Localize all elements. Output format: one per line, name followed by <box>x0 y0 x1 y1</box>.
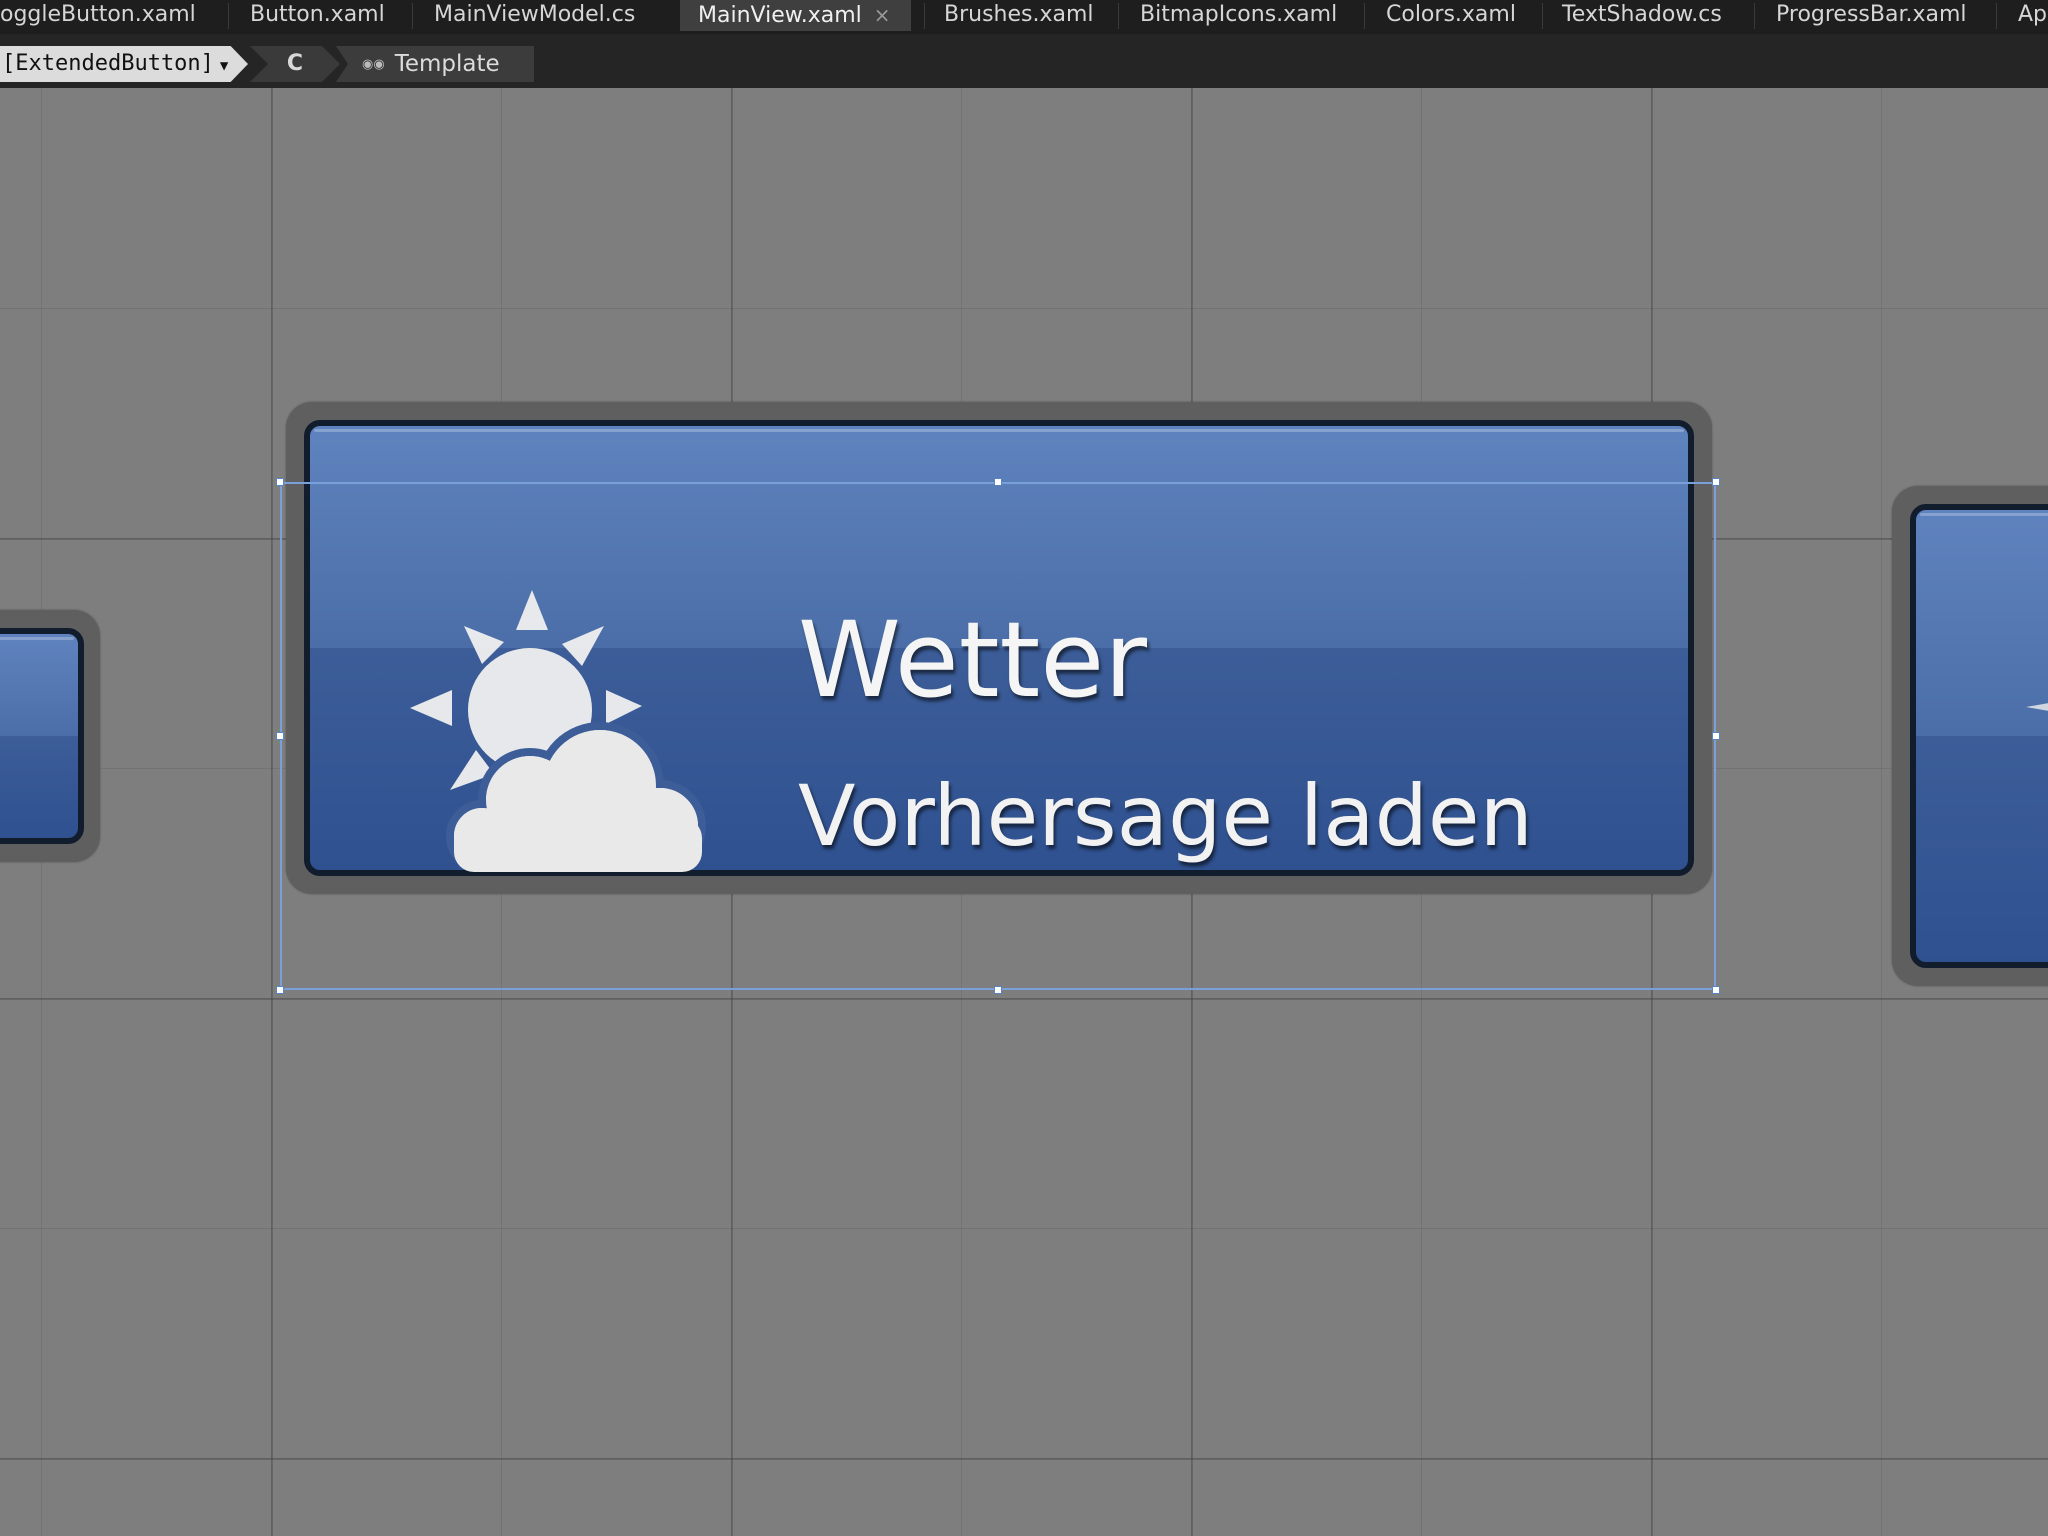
tab-separator <box>924 3 925 29</box>
tab-separator <box>228 3 229 29</box>
tab-separator <box>1542 3 1543 29</box>
resize-handle-top-left[interactable] <box>276 478 284 486</box>
tab-label: MainViewModel.cs <box>434 2 636 27</box>
tab-label: MainView.xaml <box>698 3 862 28</box>
tab-label: Ap <box>2018 2 2048 27</box>
tab-overflow[interactable]: Ap <box>2018 0 2047 31</box>
template-icon: ◉◉ <box>362 56 385 72</box>
tab-colors-xaml[interactable]: Colors.xaml <box>1386 0 1516 31</box>
tab-separator <box>1364 3 1365 29</box>
breadcrumb-resource-button[interactable]: C <box>250 46 340 82</box>
resize-handle-bottom[interactable] <box>994 986 1002 994</box>
close-icon[interactable]: × <box>874 3 891 27</box>
tab-label: BitmapIcons.xaml <box>1140 2 1338 27</box>
tab-mainview-xaml[interactable]: MainView.xaml × <box>680 0 911 31</box>
tab-separator <box>412 3 413 29</box>
selection-frame <box>280 482 1716 990</box>
resize-handle-top[interactable] <box>994 478 1002 486</box>
breadcrumb-bar: [ExtendedButton] ▼ C ◉◉ Template <box>0 34 2048 88</box>
tab-brushes-xaml[interactable]: Brushes.xaml <box>944 0 1094 31</box>
tab-separator <box>1996 3 1997 29</box>
tab-label: ProgressBar.xaml <box>1776 2 1967 27</box>
tab-label: TextShadow.cs <box>1562 2 1722 27</box>
breadcrumb-template-label: Template <box>394 51 500 77</box>
resize-handle-bottom-left[interactable] <box>276 986 284 994</box>
tab-togglebutton-xaml[interactable]: oggleButton.xaml <box>0 0 196 31</box>
dropdown-arrow-icon: ▼ <box>219 58 229 74</box>
breadcrumb-template[interactable]: ◉◉ Template <box>336 46 534 82</box>
tab-bitmapicons-xaml[interactable]: BitmapIcons.xaml <box>1140 0 1337 31</box>
tab-separator <box>1754 3 1755 29</box>
resize-handle-top-right[interactable] <box>1712 478 1720 486</box>
resize-handle-left[interactable] <box>276 732 284 740</box>
tab-label: Button.xaml <box>250 2 385 27</box>
tab-separator <box>1118 3 1119 29</box>
tab-progressbar-xaml[interactable]: ProgressBar.xaml <box>1776 0 1967 31</box>
tab-label: Colors.xaml <box>1386 2 1516 27</box>
breadcrumb-scope-label: [ExtendedButton] <box>2 51 214 76</box>
tab-textshadow-cs[interactable]: TextShadow.cs <box>1562 0 1722 31</box>
breadcrumb-scope-dropdown[interactable]: [ExtendedButton] ▼ <box>0 46 248 82</box>
document-tab-strip: oggleButton.xaml Button.xaml MainViewMod… <box>0 0 2048 34</box>
tab-mainviewmodel-cs[interactable]: MainViewModel.cs <box>434 0 635 31</box>
tab-label: Brushes.xaml <box>944 2 1094 27</box>
resize-handle-right[interactable] <box>1712 732 1720 740</box>
tab-label: oggleButton.xaml <box>0 2 196 27</box>
tab-button-xaml[interactable]: Button.xaml <box>250 0 385 31</box>
resize-handle-bottom-right[interactable] <box>1712 986 1720 994</box>
resource-icon: C <box>286 51 304 76</box>
neighbor-button-right[interactable] <box>1910 504 2048 968</box>
neighbor-button-left[interactable] <box>0 628 84 844</box>
